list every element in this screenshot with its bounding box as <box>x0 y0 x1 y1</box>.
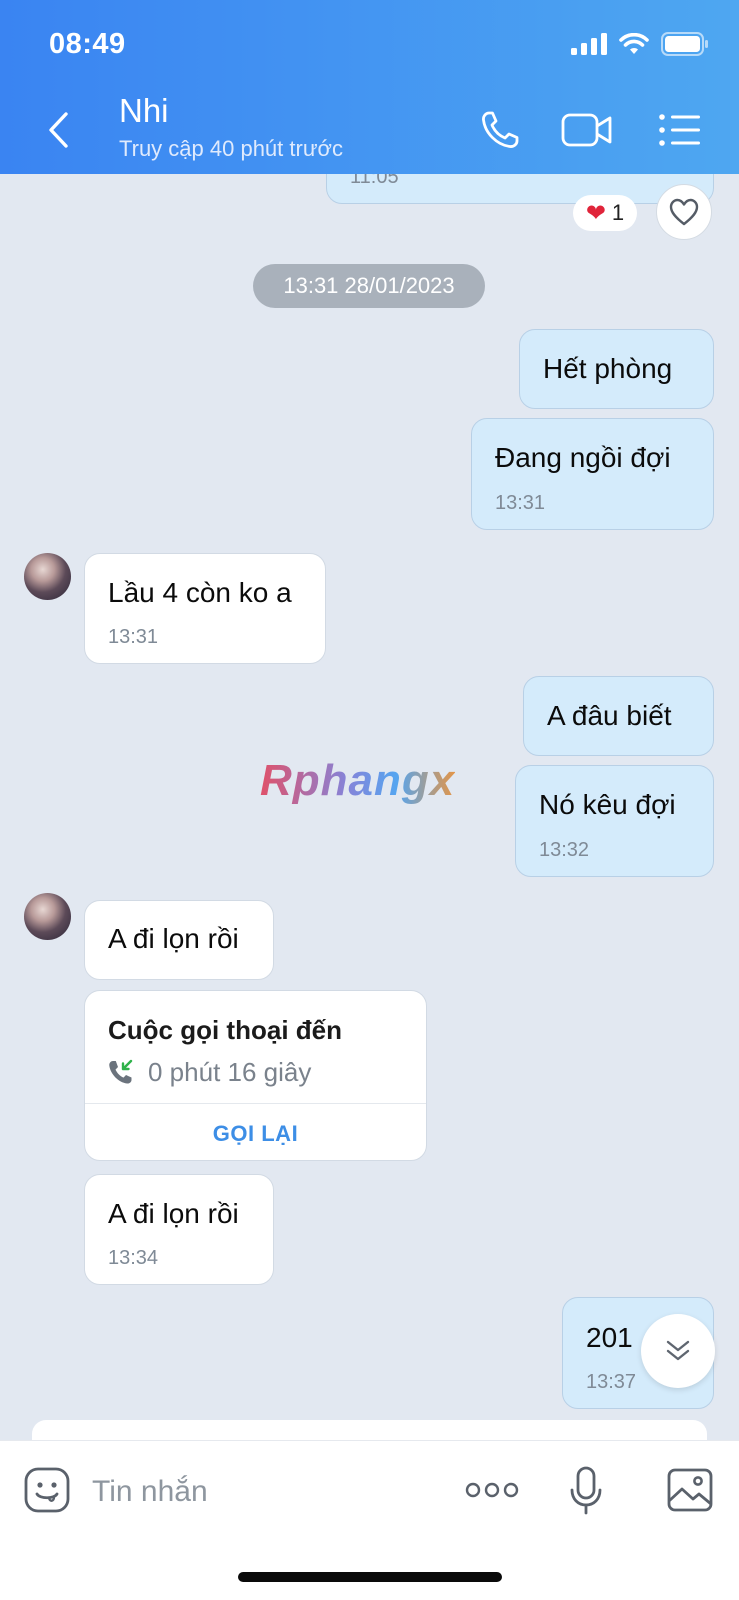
contact-name[interactable]: Nhi <box>119 92 169 130</box>
last-seen-status: Truy cập 40 phút trước <box>119 136 343 161</box>
call-back-button[interactable]: GỌI LẠI <box>85 1121 426 1147</box>
message-bubble[interactable]: Nó kêu đợi 13:32 <box>515 765 714 877</box>
avatar[interactable] <box>24 553 71 600</box>
message-text: Hết phòng <box>543 353 673 384</box>
gallery-button[interactable] <box>665 1465 715 1515</box>
sticker-button[interactable] <box>22 1465 72 1515</box>
heart-outline-icon <box>669 198 699 226</box>
video-camera-icon <box>561 113 612 147</box>
call-duration: 0 phút 16 giây <box>148 1057 312 1087</box>
message-text: Lầu 4 còn ko a <box>108 577 292 608</box>
back-button[interactable] <box>40 108 76 152</box>
divider <box>85 1103 426 1104</box>
message-text: Đang ngồi đợi <box>495 442 671 473</box>
message-bubble[interactable]: A đi lọn rồi 13:34 <box>84 1174 274 1285</box>
message-text: A đi lọn rồi <box>108 923 239 954</box>
battery-icon <box>661 32 708 56</box>
heart-reaction-icon: ❤ <box>585 199 606 227</box>
incoming-call-card[interactable]: Cuộc gọi thoại đến 0 phút 16 giây GỌI LẠ… <box>84 990 427 1161</box>
video-call-button[interactable] <box>561 106 613 154</box>
message-bubble[interactable]: Lầu 4 còn ko a 13:31 <box>84 553 326 664</box>
message-list[interactable]: 11:05 ❤ 1 13:31 28/01/2023 Hết phòng Đan… <box>0 174 739 1440</box>
message-time: 13:31 <box>108 626 159 648</box>
signal-icon <box>571 33 607 55</box>
message-text: A đi lọn rồi <box>108 1198 239 1229</box>
voice-call-button[interactable] <box>474 106 526 154</box>
scroll-to-bottom-button[interactable] <box>641 1314 715 1388</box>
phone-icon <box>482 111 519 148</box>
reaction-count: 1 <box>611 200 625 225</box>
message-time: 13:37 <box>586 1371 637 1393</box>
suggestion-panel-edge <box>32 1420 707 1440</box>
voice-record-button[interactable] <box>568 1465 604 1517</box>
message-bubble[interactable]: A đâu biết <box>523 676 714 756</box>
call-title: Cuộc gọi thoại đến <box>108 1015 342 1045</box>
sticker-icon <box>24 1467 70 1513</box>
message-time: 13:32 <box>539 839 590 861</box>
more-dots-icon <box>465 1482 519 1498</box>
microphone-icon <box>570 1466 602 1515</box>
message-time: 11:05 <box>350 174 399 188</box>
message-bubble[interactable]: Đang ngồi đợi 13:31 <box>471 418 714 530</box>
date-separator: 13:31 28/01/2023 <box>253 264 485 308</box>
avatar[interactable] <box>24 893 71 940</box>
message-time: 13:34 <box>108 1247 159 1269</box>
incoming-call-icon <box>109 1059 133 1084</box>
list-menu-icon <box>659 114 700 146</box>
message-bubble[interactable]: Hết phòng <box>519 329 714 409</box>
chevron-left-icon <box>49 112 68 148</box>
status-icons <box>571 32 709 56</box>
message-text: 201 <box>586 1322 633 1353</box>
message-bubble-partial[interactable]: 11:05 <box>326 174 714 204</box>
reaction-count-badge[interactable]: ❤ 1 <box>573 195 637 231</box>
watermark-logo: Rphangx <box>260 756 456 805</box>
message-text: Nó kêu đợi <box>539 789 676 820</box>
chat-header: 08:49 Nhi Truy cập 40 phút trước <box>0 0 739 174</box>
double-chevron-down-icon <box>666 1340 690 1361</box>
options-menu-button[interactable] <box>654 106 706 154</box>
wifi-icon <box>619 33 649 54</box>
react-button[interactable] <box>656 184 712 240</box>
message-bubble[interactable]: A đi lọn rồi <box>84 900 274 980</box>
message-text: A đâu biết <box>547 700 672 731</box>
status-time: 08:49 <box>49 28 126 60</box>
message-time: 13:31 <box>495 492 546 514</box>
message-input[interactable] <box>92 1467 432 1517</box>
image-icon <box>667 1468 713 1512</box>
home-indicator[interactable] <box>238 1572 502 1582</box>
more-options-button[interactable] <box>464 1475 520 1505</box>
